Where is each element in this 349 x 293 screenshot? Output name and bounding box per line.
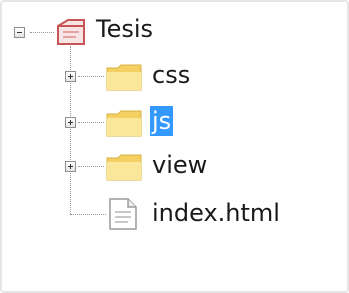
folder-icon (106, 63, 142, 91)
tree-node-label[interactable]: css (150, 60, 192, 90)
tree-connector (78, 166, 104, 167)
folder-icon (106, 109, 142, 137)
expand-toggle-css[interactable] (65, 71, 76, 82)
tree-node-label[interactable]: view (150, 150, 209, 180)
tree-node-label[interactable]: index.html (150, 198, 282, 228)
tree-node-label-selected[interactable]: js (150, 106, 174, 136)
expand-toggle-view[interactable] (65, 161, 76, 172)
project-folder-icon (54, 16, 88, 48)
tree-connector (78, 122, 104, 123)
file-tree-panel: Tesis css js view index.html (0, 0, 349, 293)
tree-node-root-label[interactable]: Tesis (94, 14, 155, 44)
tree-node-folder[interactable]: css (2, 60, 262, 96)
tree-node-folder[interactable]: js (2, 106, 262, 142)
file-icon (108, 198, 138, 230)
collapse-toggle-root[interactable] (14, 27, 25, 38)
tree-node-file[interactable]: index.html (2, 198, 302, 234)
tree-connector (70, 214, 106, 215)
tree-connector (78, 76, 104, 77)
tree-node-folder[interactable]: view (2, 150, 262, 186)
expand-toggle-js[interactable] (65, 117, 76, 128)
folder-icon (106, 153, 142, 181)
tree-node-root[interactable]: Tesis (2, 14, 262, 50)
